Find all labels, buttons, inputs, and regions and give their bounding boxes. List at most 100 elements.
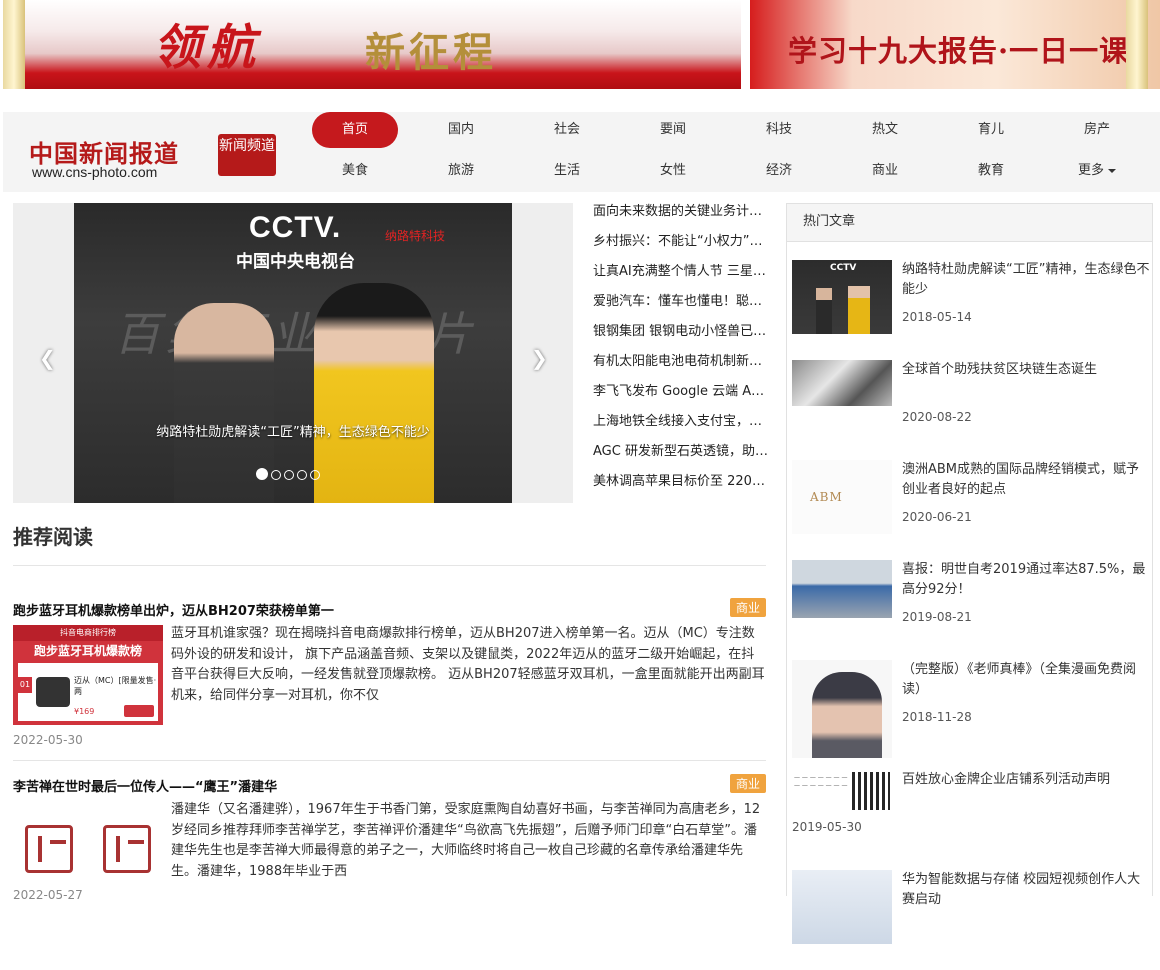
hot-article-title[interactable]: 澳洲ABM成熟的国际品牌经销模式，赋予创业者良好的起点 bbox=[902, 460, 1152, 500]
thumb-price: ¥169 bbox=[74, 707, 95, 716]
carousel-dot[interactable] bbox=[284, 470, 294, 480]
huabiao-pillar-graphic bbox=[1126, 0, 1148, 89]
category-tag[interactable]: 商业 bbox=[729, 598, 766, 617]
article-summary: 潘建华（又名潘建骅），1967年生于书香门第，受家庭熏陶自幼喜好书画，与李苦禅同… bbox=[171, 802, 761, 879]
hot-article-date: 2019-08-21 bbox=[902, 610, 972, 624]
article-card: 李苦禅在世时最后一位传人——“鹰王”潘建华 商业 潘建华（又名潘建骅），1967… bbox=[13, 774, 766, 902]
nav-item-hot[interactable]: 热文 bbox=[842, 112, 928, 148]
site-header: 中国新闻报道 www.cns-photo.com 新闻频道 首页 国内 社会 要… bbox=[3, 112, 1160, 192]
thumb-buy-button bbox=[124, 705, 154, 717]
hot-article-date: 2018-11-28 bbox=[902, 710, 972, 724]
hot-article-item[interactable]: — — — — — — — — — — — — — — 百姓放心金牌企业店铺系列… bbox=[792, 770, 1152, 870]
nav-item-business[interactable]: 商业 bbox=[842, 153, 928, 189]
carousel-dot[interactable] bbox=[310, 470, 320, 480]
article-title[interactable]: 李苦禅在世时最后一位传人——“鹰王”潘建华 bbox=[13, 776, 277, 795]
hot-article-title[interactable]: 喜报：明世自考2019通过率达87.5%，最高分92分！ bbox=[902, 560, 1152, 600]
banner-lingHang[interactable]: 领航 新征程 bbox=[3, 0, 741, 89]
hot-article-title[interactable]: 华为智能数据与存储 校园短视频创作人大赛启动 bbox=[902, 870, 1152, 910]
hot-article-thumbnail[interactable]: CCTV bbox=[792, 260, 892, 334]
hot-article-title[interactable]: 百姓放心金牌企业店铺系列活动声明 bbox=[902, 770, 1152, 790]
banner-study-report[interactable]: 学习十九大报告·一日一课 bbox=[750, 0, 1160, 89]
image-cctv-logo: CCTV. bbox=[249, 211, 342, 244]
hot-article-thumbnail[interactable]: ABM bbox=[792, 460, 892, 534]
nav-item-food[interactable]: 美食 bbox=[312, 153, 398, 189]
carousel-caption: 纳路特杜勋虎解读“工匠”精神，生态绿色不能少 bbox=[156, 425, 430, 440]
seal-stamp-image bbox=[103, 825, 151, 873]
carousel-slide-image[interactable]: CCTV. 中国中央电视台 纳路特科技 百集行业纪录片 bbox=[74, 203, 512, 503]
carousel-dot[interactable] bbox=[256, 468, 268, 480]
headline-link[interactable]: 乡村振兴：不能让“小权力”滋生大腐败 bbox=[593, 233, 768, 263]
nav-item-more[interactable]: 更多 bbox=[1054, 153, 1140, 189]
thumb-title: 跑步蓝牙耳机爆款榜 bbox=[33, 644, 142, 658]
nav-item-domestic[interactable]: 国内 bbox=[418, 112, 504, 148]
hot-article-date: 2019-05-30 bbox=[792, 820, 862, 834]
carousel-dot[interactable] bbox=[297, 470, 307, 480]
hot-article-thumbnail[interactable]: — — — — — — — — — — — — — — bbox=[792, 770, 892, 814]
huabiao-pillar-graphic bbox=[3, 0, 25, 89]
headline-link[interactable]: AGC 研发新型石英透镜，助力半导体 bbox=[593, 443, 768, 473]
article-card: 跑步蓝牙耳机爆款榜单出炉，迈从BH207荣获榜单第一 商业 抖音电商排行榜 跑步… bbox=[13, 598, 766, 761]
hot-article-thumbnail[interactable] bbox=[792, 660, 892, 758]
headline-link[interactable]: 银钢集团 银钢电动小怪兽已上市 bbox=[593, 323, 768, 353]
qr-code-icon bbox=[852, 772, 890, 810]
carousel-prev-icon[interactable]: ❮ bbox=[39, 346, 56, 370]
headline-link[interactable]: 爱驰汽车：懂车也懂电！聪明又安全 bbox=[593, 293, 768, 323]
carousel-dot[interactable] bbox=[271, 470, 281, 480]
hot-article-item[interactable]: ABM 澳洲ABM成熟的国际品牌经销模式，赋予创业者良好的起点 2020-06-… bbox=[792, 460, 1152, 560]
hot-article-title[interactable]: 全球首个助残扶贫区块链生态诞生 bbox=[902, 360, 1152, 380]
seal-stamp-image bbox=[25, 825, 73, 873]
image-sponsor: 纳路特科技 bbox=[385, 229, 446, 243]
article-thumbnail[interactable] bbox=[13, 801, 163, 901]
cctv-mini-logo: CCTV bbox=[830, 263, 857, 273]
nav-item-realestate[interactable]: 房产 bbox=[1054, 112, 1140, 148]
headline-link[interactable]: 上海地铁全线接入支付宝，扫码乘车 bbox=[593, 413, 768, 443]
hot-article-thumbnail[interactable] bbox=[792, 560, 892, 618]
hot-article-item[interactable]: 华为智能数据与存储 校园短视频创作人大赛启动 bbox=[792, 870, 1152, 970]
hot-articles-panel: 热门文章 CCTV 纳路特杜勋虎解读“工匠”精神，生态绿色不能少 2018-05… bbox=[786, 203, 1153, 944]
carousel-next-icon[interactable]: ❯ bbox=[531, 346, 548, 370]
news-carousel[interactable]: CCTV. 中国中央电视台 纳路特科技 百集行业纪录片 ❮ ❯ 纳路特杜勋虎解读… bbox=[13, 203, 573, 503]
man-figure bbox=[816, 288, 832, 334]
headline-link[interactable]: 面向未来数据的关键业务计算平台 bbox=[593, 203, 768, 233]
abm-logo-text: ABM bbox=[810, 490, 843, 504]
hot-article-date: 2020-06-21 bbox=[902, 510, 972, 524]
nav-item-economy[interactable]: 经济 bbox=[736, 153, 822, 189]
thumb-rank: 01 bbox=[18, 677, 32, 693]
nav-item-education[interactable]: 教育 bbox=[948, 153, 1034, 189]
hot-article-title[interactable]: 纳路特杜勋虎解读“工匠”精神，生态绿色不能少 bbox=[902, 260, 1152, 300]
hot-article-item[interactable]: 全球首个助残扶贫区块链生态诞生 2020-08-22 bbox=[792, 360, 1152, 460]
hot-article-title[interactable]: （完整版）《老师真棒》（全集漫画免费阅读） bbox=[902, 660, 1152, 700]
headline-link[interactable]: 有机太阳能电池电荷机制新发现 bbox=[593, 353, 768, 383]
article-date: 2022-05-30 bbox=[13, 733, 83, 747]
caret-down-icon bbox=[1108, 168, 1116, 173]
headline-link[interactable]: 李飞飞发布 Google 云端 AutoML bbox=[593, 383, 768, 413]
nav-item-society[interactable]: 社会 bbox=[524, 112, 610, 148]
hot-article-thumbnail[interactable] bbox=[792, 360, 892, 406]
notice-fine-print: — — — — — — — — — — — — — — bbox=[794, 774, 848, 789]
nav-item-tech[interactable]: 科技 bbox=[736, 112, 822, 148]
headline-list: 面向未来数据的关键业务计算平台 乡村振兴：不能让“小权力”滋生大腐败 让真AI充… bbox=[593, 203, 768, 503]
category-tag[interactable]: 商业 bbox=[729, 774, 766, 793]
site-logo[interactable]: 中国新闻报道 www.cns-photo.com 新闻频道 bbox=[29, 134, 279, 184]
headline-link[interactable]: 让真AI充满整个情人节 三星Galaxy bbox=[593, 263, 768, 293]
hot-article-date: 2020-08-22 bbox=[902, 410, 972, 424]
hot-article-item[interactable]: CCTV 纳路特杜勋虎解读“工匠”精神，生态绿色不能少 2018-05-14 bbox=[792, 260, 1152, 360]
article-title[interactable]: 跑步蓝牙耳机爆款榜单出炉，迈从BH207荣获榜单第一 bbox=[13, 600, 334, 619]
nav-item-parenting[interactable]: 育儿 bbox=[948, 112, 1034, 148]
nav-item-travel[interactable]: 旅游 bbox=[418, 153, 504, 189]
section-divider bbox=[13, 565, 766, 566]
hot-article-item[interactable]: 喜报：明世自考2019通过率达87.5%，最高分92分！ 2019-08-21 bbox=[792, 560, 1152, 660]
article-thumbnail[interactable]: 抖音电商排行榜 跑步蓝牙耳机爆款榜 01 迈从（MC）[限量发售·两 ¥169 bbox=[13, 625, 163, 725]
hot-article-thumbnail[interactable] bbox=[792, 870, 892, 944]
hot-article-date: 2018-05-14 bbox=[902, 310, 972, 324]
headline-link[interactable]: 美林调高苹果目标价至 220 美元 bbox=[593, 473, 768, 503]
nav-item-women[interactable]: 女性 bbox=[630, 153, 716, 189]
nav-item-headlines[interactable]: 要闻 bbox=[630, 112, 716, 148]
nav-item-life[interactable]: 生活 bbox=[524, 153, 610, 189]
nav-item-home[interactable]: 首页 bbox=[312, 112, 398, 148]
host-figure bbox=[848, 286, 870, 334]
banner-left-line2: 新征程 bbox=[365, 29, 497, 76]
logo-seal: 新闻频道 bbox=[218, 134, 276, 176]
hot-article-item[interactable]: （完整版）《老师真棒》（全集漫画免费阅读） 2018-11-28 bbox=[792, 660, 1152, 760]
section-title-recommend: 推荐阅读 bbox=[13, 525, 93, 549]
